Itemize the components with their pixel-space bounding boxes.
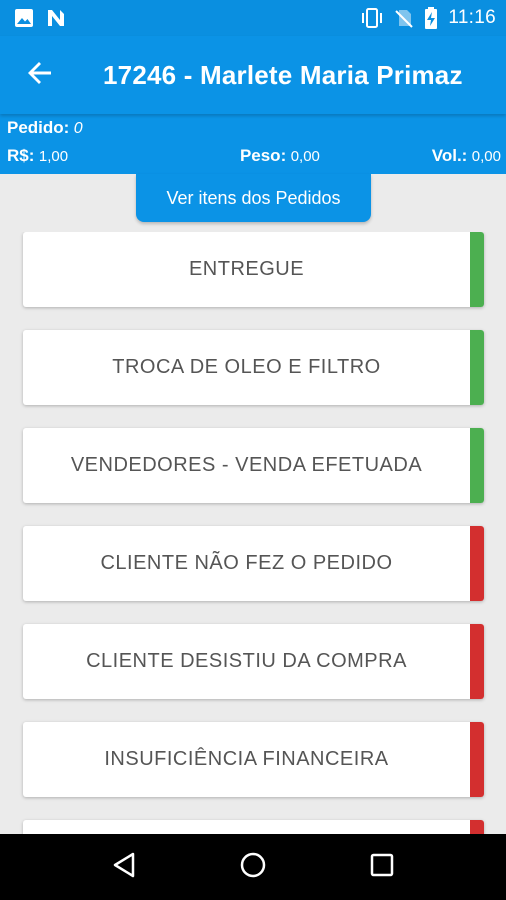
vol-value: 0,00 bbox=[471, 148, 501, 165]
status-stripe-failure bbox=[470, 526, 484, 601]
status-right-icons: 11:16 bbox=[360, 7, 496, 29]
image-icon bbox=[14, 8, 34, 28]
option-card-entregue[interactable]: ENTREGUE bbox=[23, 232, 484, 307]
peso-field: Peso: 0,00 bbox=[240, 146, 320, 166]
status-stripe-failure bbox=[470, 624, 484, 699]
rs-label: R$: bbox=[7, 146, 35, 165]
page-title: 17246 - Marlete Maria Primaz bbox=[103, 59, 463, 90]
recents-square-icon bbox=[369, 852, 395, 883]
totals-row: R$: 1,00 Peso: 0,00 Vol.: 0,00 bbox=[7, 146, 501, 166]
pedido-label: Pedido: bbox=[7, 118, 70, 137]
nav-recents-button[interactable] bbox=[357, 842, 407, 892]
status-stripe-failure bbox=[470, 722, 484, 797]
home-circle-icon bbox=[239, 851, 267, 884]
no-sim-icon bbox=[394, 8, 414, 28]
option-label: ENTREGUE bbox=[188, 258, 305, 280]
rs-value: 1,00 bbox=[38, 148, 69, 165]
peso-value: 0,00 bbox=[290, 148, 320, 165]
status-stripe-success bbox=[470, 428, 484, 503]
status-bar: 11:16 bbox=[0, 0, 506, 36]
status-stripe-failure bbox=[470, 820, 484, 834]
vol-label: Vol.: bbox=[431, 146, 468, 165]
option-label: INSUFICIÊNCIA FINANCEIRA bbox=[104, 748, 389, 770]
status-stripe-success bbox=[470, 330, 484, 405]
option-card-partial[interactable] bbox=[23, 820, 484, 834]
option-label: VENDEDORES - VENDA EFETUADA bbox=[70, 454, 423, 476]
n-notification-icon bbox=[46, 8, 66, 28]
back-triangle-icon bbox=[111, 851, 137, 884]
pedido-value: 0 bbox=[73, 120, 83, 137]
option-label: CLIENTE DESISTIU DA COMPRA bbox=[86, 650, 407, 672]
back-button[interactable] bbox=[20, 55, 60, 95]
option-card-insuficiencia-financeira[interactable]: INSUFICIÊNCIA FINANCEIRA bbox=[23, 722, 484, 797]
status-stripe-success bbox=[470, 232, 484, 307]
nav-back-button[interactable] bbox=[99, 842, 149, 892]
option-label: CLIENTE NÃO FEZ O PEDIDO bbox=[100, 552, 393, 574]
vol-field: Vol.: 0,00 bbox=[432, 146, 501, 166]
delivery-status-list: ENTREGUE TROCA DE OLEO E FILTRO VENDEDOR… bbox=[0, 232, 506, 834]
option-card-cliente-desistiu[interactable]: CLIENTE DESISTIU DA COMPRA bbox=[23, 624, 484, 699]
status-time: 11:16 bbox=[448, 7, 496, 28]
nav-home-button[interactable] bbox=[228, 842, 278, 892]
vibrate-icon bbox=[360, 8, 384, 28]
option-card-cliente-nao-fez-pedido[interactable]: CLIENTE NÃO FEZ O PEDIDO bbox=[23, 526, 484, 601]
peso-label: Peso: bbox=[239, 146, 287, 165]
system-navigation-bar bbox=[0, 834, 506, 900]
arrow-back-icon bbox=[27, 60, 53, 91]
status-left-icons bbox=[14, 8, 66, 28]
app-bar: 17246 - Marlete Maria Primaz bbox=[0, 36, 506, 114]
option-card-troca-de-oleo[interactable]: TROCA DE OLEO E FILTRO bbox=[23, 330, 484, 405]
option-card-venda-efetuada[interactable]: VENDEDORES - VENDA EFETUADA bbox=[23, 428, 484, 503]
rs-field: R$: 1,00 bbox=[7, 146, 68, 166]
ver-itens-button[interactable]: Ver itens dos Pedidos bbox=[136, 174, 371, 222]
pedido-row: Pedido: 0 bbox=[7, 118, 83, 138]
battery-charging-icon bbox=[424, 7, 438, 29]
order-info-panel: Pedido: 0 R$: 1,00 Peso: 0,00 Vol.: 0,00 bbox=[0, 114, 506, 174]
option-label: TROCA DE OLEO E FILTRO bbox=[112, 356, 381, 378]
